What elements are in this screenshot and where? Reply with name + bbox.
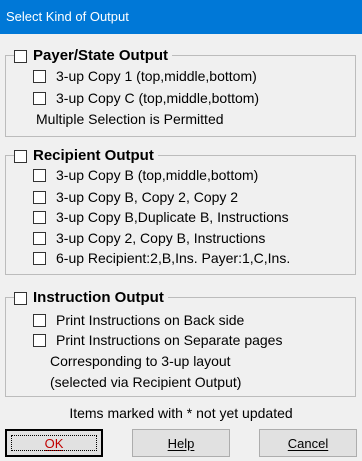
help-button[interactable]: Help xyxy=(132,429,230,457)
instruction-note-line2: (selected via Recipient Output) xyxy=(50,374,242,390)
instruction-option-back-checkbox[interactable] xyxy=(33,313,46,327)
recipient-option-5-checkbox[interactable] xyxy=(33,251,46,265)
recipient-option-3-label: 3-up Copy B,Duplicate B, Instructions xyxy=(56,209,289,225)
payer-state-legend: Payer/State Output xyxy=(14,47,173,65)
payer-option-copy1[interactable]: 3-up Copy 1 (top,middle,bottom) xyxy=(33,67,257,85)
recipient-option-4[interactable]: 3-up Copy 2, Copy B, Instructions xyxy=(33,229,265,247)
payer-option-copyc[interactable]: 3-up Copy C (top,middle,bottom) xyxy=(33,89,259,107)
recipient-legend: Recipient Output xyxy=(14,147,158,165)
payer-state-group-checkbox[interactable] xyxy=(14,49,27,63)
instruction-option-separate-label: Print Instructions on Separate pages xyxy=(56,332,283,348)
cancel-button[interactable]: Cancel xyxy=(259,429,357,457)
recipient-option-2-checkbox[interactable] xyxy=(33,190,46,204)
window-title: Select Kind of Output xyxy=(0,0,362,34)
instruction-option-separate-checkbox[interactable] xyxy=(33,333,46,347)
payer-option-copy1-label: 3-up Copy 1 (top,middle,bottom) xyxy=(56,68,257,84)
instruction-group-checkbox[interactable] xyxy=(14,291,27,305)
footer-note: Items marked with * not yet updated xyxy=(69,405,293,421)
recipient-option-1-label: 3-up Copy B (top,middle,bottom) xyxy=(56,167,259,183)
payer-state-label: Payer/State Output xyxy=(33,47,169,64)
recipient-group-checkbox[interactable] xyxy=(14,149,27,163)
payer-option-copyc-label: 3-up Copy C (top,middle,bottom) xyxy=(56,90,260,106)
recipient-option-5[interactable]: 6-up Recipient:2,B,Ins. Payer:1,C,Ins. xyxy=(33,249,290,267)
instruction-legend: Instruction Output xyxy=(14,289,168,307)
recipient-option-2[interactable]: 3-up Copy B, Copy 2, Copy 2 xyxy=(33,188,238,206)
recipient-option-3[interactable]: 3-up Copy B,Duplicate B, Instructions xyxy=(33,208,289,226)
recipient-option-4-label: 3-up Copy 2, Copy B, Instructions xyxy=(56,230,266,246)
recipient-option-3-checkbox[interactable] xyxy=(33,210,46,224)
instruction-option-back-label: Print Instructions on Back side xyxy=(56,312,245,328)
ok-focus-rect xyxy=(11,435,97,451)
instruction-label: Instruction Output xyxy=(33,289,164,306)
recipient-option-1[interactable]: 3-up Copy B (top,middle,bottom) xyxy=(33,166,258,184)
instruction-option-back[interactable]: Print Instructions on Back side xyxy=(33,311,244,329)
payer-option-copyc-checkbox[interactable] xyxy=(33,91,46,105)
recipient-option-1-checkbox[interactable] xyxy=(33,168,46,182)
payer-multiple-note: Multiple Selection is Permitted xyxy=(36,111,224,127)
recipient-label: Recipient Output xyxy=(33,147,154,164)
instruction-option-separate[interactable]: Print Instructions on Separate pages xyxy=(33,331,282,349)
cancel-button-label: Cancel xyxy=(287,435,329,451)
help-button-label: Help xyxy=(167,435,195,451)
instruction-note-line1: Corresponding to 3-up layout xyxy=(50,353,231,369)
ok-button[interactable]: OK xyxy=(5,429,103,457)
payer-option-copy1-checkbox[interactable] xyxy=(33,69,46,83)
recipient-option-5-label: 6-up Recipient:2,B,Ins. Payer:1,C,Ins. xyxy=(56,250,291,266)
recipient-option-4-checkbox[interactable] xyxy=(33,231,46,245)
recipient-option-2-label: 3-up Copy B, Copy 2, Copy 2 xyxy=(56,189,239,205)
